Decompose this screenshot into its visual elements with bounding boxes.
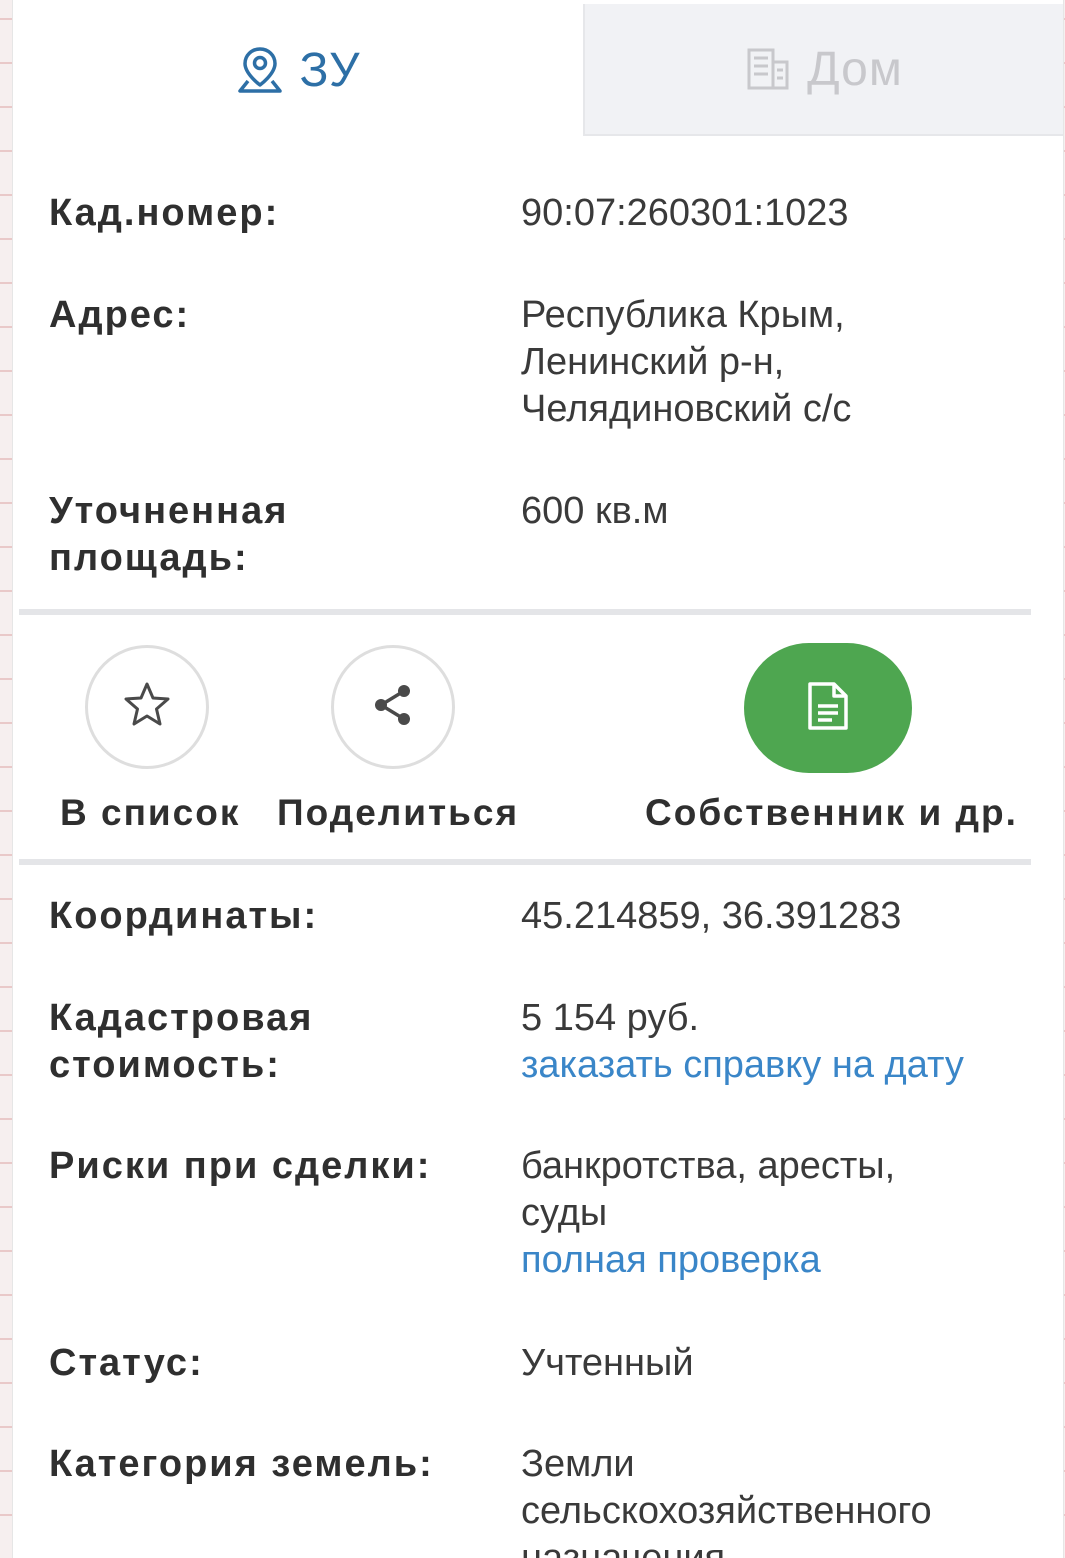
order-certificate-link[interactable]: заказать справку на дату bbox=[521, 1042, 1031, 1089]
share-action bbox=[331, 645, 455, 769]
cadastral-cost-label-line: стоимость: bbox=[49, 1044, 281, 1086]
owner-button[interactable] bbox=[744, 643, 912, 773]
favorite-button[interactable] bbox=[85, 645, 209, 769]
cadastral-cost-label-line: Кадастровая bbox=[49, 997, 314, 1039]
tab-house-label: Дом bbox=[807, 42, 903, 96]
owner-label[interactable]: Собственник и др. bbox=[645, 792, 1018, 834]
map-pin-icon bbox=[236, 45, 284, 95]
address-line: Челядиновский с/с bbox=[521, 388, 852, 430]
risks-label: Риски при сделки: bbox=[49, 1145, 432, 1187]
share-button[interactable] bbox=[331, 645, 455, 769]
status-label: Статус: bbox=[49, 1342, 204, 1384]
document-icon bbox=[806, 680, 850, 737]
cadastral-cost-label: Кадастровая стоимость: bbox=[49, 995, 489, 1089]
section-divider bbox=[19, 859, 1031, 865]
risks-line: суды bbox=[521, 1192, 608, 1234]
share-icon bbox=[369, 681, 417, 734]
tab-land-plot[interactable]: ЗУ bbox=[13, 4, 583, 136]
land-category-value: Земли сельскохозяйственного назначения bbox=[521, 1441, 1031, 1558]
address-line: Ленинский р-н, bbox=[521, 341, 785, 383]
land-category-line: назначения bbox=[521, 1537, 726, 1558]
parcel-info-panel: ЗУ Дом Кад.номер: 90:07:260301:1023 Адре… bbox=[12, 0, 1064, 1558]
coordinates-label: Координаты: bbox=[49, 895, 319, 937]
area-value: 600 кв.м bbox=[521, 490, 669, 532]
favorite-action bbox=[85, 645, 209, 769]
land-category-line: сельскохозяйственного bbox=[521, 1490, 932, 1532]
building-icon bbox=[745, 46, 791, 92]
area-label-line: площадь: bbox=[49, 537, 249, 579]
tab-house[interactable]: Дом bbox=[583, 4, 1063, 136]
cadastral-cost-value: 5 154 руб. заказать справку на дату bbox=[521, 995, 1031, 1089]
cad-number-label: Кад.номер: bbox=[49, 192, 280, 234]
land-category-label: Категория земель: bbox=[49, 1443, 434, 1485]
address-line: Республика Крым, bbox=[521, 294, 845, 336]
coordinates-value: 45.214859, 36.391283 bbox=[521, 895, 902, 937]
risks-line: банкротства, аресты, bbox=[521, 1145, 896, 1187]
area-label: Уточненная площадь: bbox=[49, 488, 489, 582]
full-check-link[interactable]: полная проверка bbox=[521, 1237, 1031, 1284]
cadastral-cost-amount: 5 154 руб. bbox=[521, 997, 700, 1039]
owner-action bbox=[744, 643, 912, 773]
status-value: Учтенный bbox=[521, 1342, 694, 1384]
section-divider bbox=[19, 609, 1031, 615]
address-label: Адрес: bbox=[49, 294, 191, 336]
star-icon bbox=[121, 680, 173, 735]
cad-number-link[interactable]: 90:07:260301:1023 bbox=[521, 190, 1031, 237]
tab-land-plot-label: ЗУ bbox=[299, 43, 361, 97]
land-category-line: Земли bbox=[521, 1443, 635, 1485]
risks-value: банкротства, аресты, суды полная проверк… bbox=[521, 1143, 1031, 1284]
favorite-label[interactable]: В список bbox=[60, 792, 240, 834]
tab-bar: ЗУ Дом bbox=[13, 4, 1063, 136]
share-label[interactable]: Поделиться bbox=[277, 792, 519, 834]
area-label-line: Уточненная bbox=[49, 490, 289, 532]
address-value: Республика Крым, Ленинский р-н, Челядино… bbox=[521, 292, 1031, 433]
